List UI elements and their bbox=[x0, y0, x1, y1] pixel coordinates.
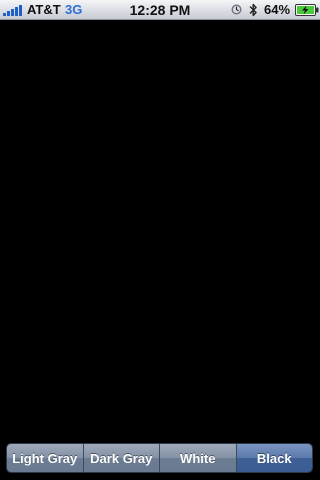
alarm-icon bbox=[231, 4, 242, 15]
background-color-segmented-control[interactable]: Light Gray Dark Gray White Black bbox=[6, 443, 313, 473]
battery-charging-icon bbox=[295, 4, 319, 16]
segment-black[interactable]: Black bbox=[236, 444, 312, 472]
segment-label: Dark Gray bbox=[90, 450, 153, 466]
segment-label: Light Gray bbox=[12, 450, 78, 466]
segment-white[interactable]: White bbox=[160, 444, 237, 472]
segment-label: White bbox=[180, 450, 216, 466]
segment-light-gray[interactable]: Light Gray bbox=[7, 444, 84, 472]
bluetooth-icon bbox=[249, 3, 257, 17]
status-bar: AT&T 3G 12:28 PM 64% bbox=[0, 0, 320, 20]
segment-dark-gray[interactable]: Dark Gray bbox=[83, 444, 160, 472]
segment-label: Black bbox=[256, 450, 292, 466]
main-content-area bbox=[0, 20, 320, 440]
battery-percent: 64% bbox=[264, 2, 291, 17]
